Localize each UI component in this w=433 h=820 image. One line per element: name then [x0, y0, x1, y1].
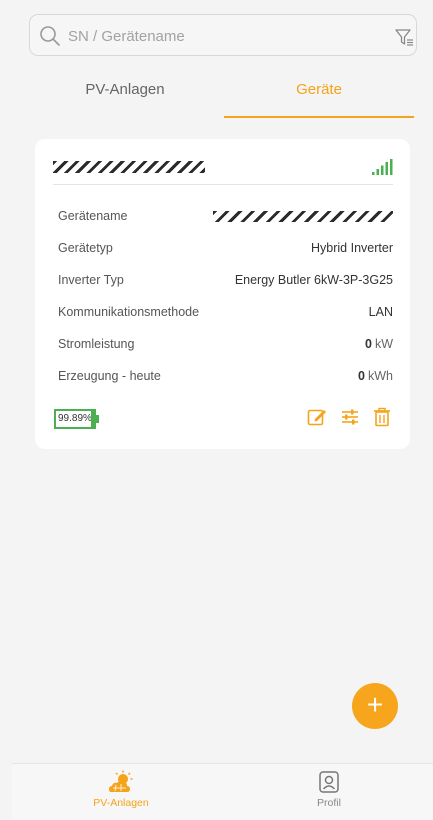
power-value: 0 — [364, 337, 372, 351]
sun-cloud-icon — [109, 770, 133, 792]
settings-sliders-icon[interactable] — [340, 407, 360, 427]
edit-icon[interactable] — [307, 407, 327, 427]
row-kommunikationsmethode: Kommunikationsmethode LAN — [58, 305, 393, 325]
row-label: Stromleistung — [58, 337, 135, 351]
device-name-redacted — [213, 211, 393, 222]
row-label: Kommunikationsmethode — [58, 305, 200, 319]
active-tab-indicator — [224, 116, 414, 118]
profile-icon — [319, 771, 339, 793]
row-value: Energy Butler 6kW-3P-3G25 — [234, 273, 393, 287]
row-label: Erzeugung - heute — [58, 369, 161, 383]
row-value-group: 0 kWh — [358, 369, 393, 383]
tab-bar: PV-Anlagen Geräte — [0, 70, 433, 120]
device-card[interactable]: Gerätename Gerätetyp Hybrid Inverter Inv… — [35, 139, 410, 449]
row-label: Gerätename — [58, 209, 128, 223]
nav-label: PV-Anlagen — [93, 797, 149, 809]
row-label: Inverter Typ — [58, 273, 124, 287]
row-geraetetyp: Gerätetyp Hybrid Inverter — [58, 241, 393, 261]
nav-label: Profil — [317, 797, 341, 809]
row-value: Hybrid Inverter — [311, 241, 393, 255]
row-stromleistung: Stromleistung 0 kW — [58, 337, 393, 357]
device-serial-redacted — [53, 161, 205, 173]
nav-item-pv-anlagen[interactable]: PV-Anlagen — [81, 770, 161, 809]
row-erzeugung-heute: Erzeugung - heute 0 kWh — [58, 369, 393, 389]
nav-item-profil[interactable]: Profil — [289, 770, 369, 809]
energy-unit: kWh — [368, 369, 393, 383]
row-value-group: 0 kW — [365, 337, 393, 351]
battery-fill — [91, 411, 94, 427]
row-value: LAN — [368, 305, 393, 319]
row-label: Gerätetyp — [58, 241, 113, 255]
battery-tip — [96, 415, 99, 423]
filter-icon[interactable] — [394, 27, 414, 47]
signal-bars-icon — [372, 159, 393, 175]
search-icon — [40, 26, 60, 46]
row-geraetename: Gerätename — [58, 209, 393, 229]
tab-pv-anlagen[interactable]: PV-Anlagen — [30, 70, 220, 118]
row-inverter-typ: Inverter Typ Energy Butler 6kW-3P-3G25 — [58, 273, 393, 293]
search-bar[interactable] — [29, 14, 417, 56]
battery-indicator: 99.89% — [54, 409, 96, 429]
card-divider — [53, 184, 393, 185]
tab-geraete[interactable]: Geräte — [224, 70, 414, 118]
battery-soc-label: 99.89% — [58, 413, 92, 424]
search-input[interactable] — [68, 23, 348, 49]
bottom-navigation: PV-Anlagen Profil — [12, 763, 433, 820]
trash-icon[interactable] — [372, 407, 392, 427]
add-device-button[interactable]: + — [352, 683, 398, 729]
energy-value: 0 — [358, 369, 365, 383]
power-unit: kW — [374, 337, 393, 351]
